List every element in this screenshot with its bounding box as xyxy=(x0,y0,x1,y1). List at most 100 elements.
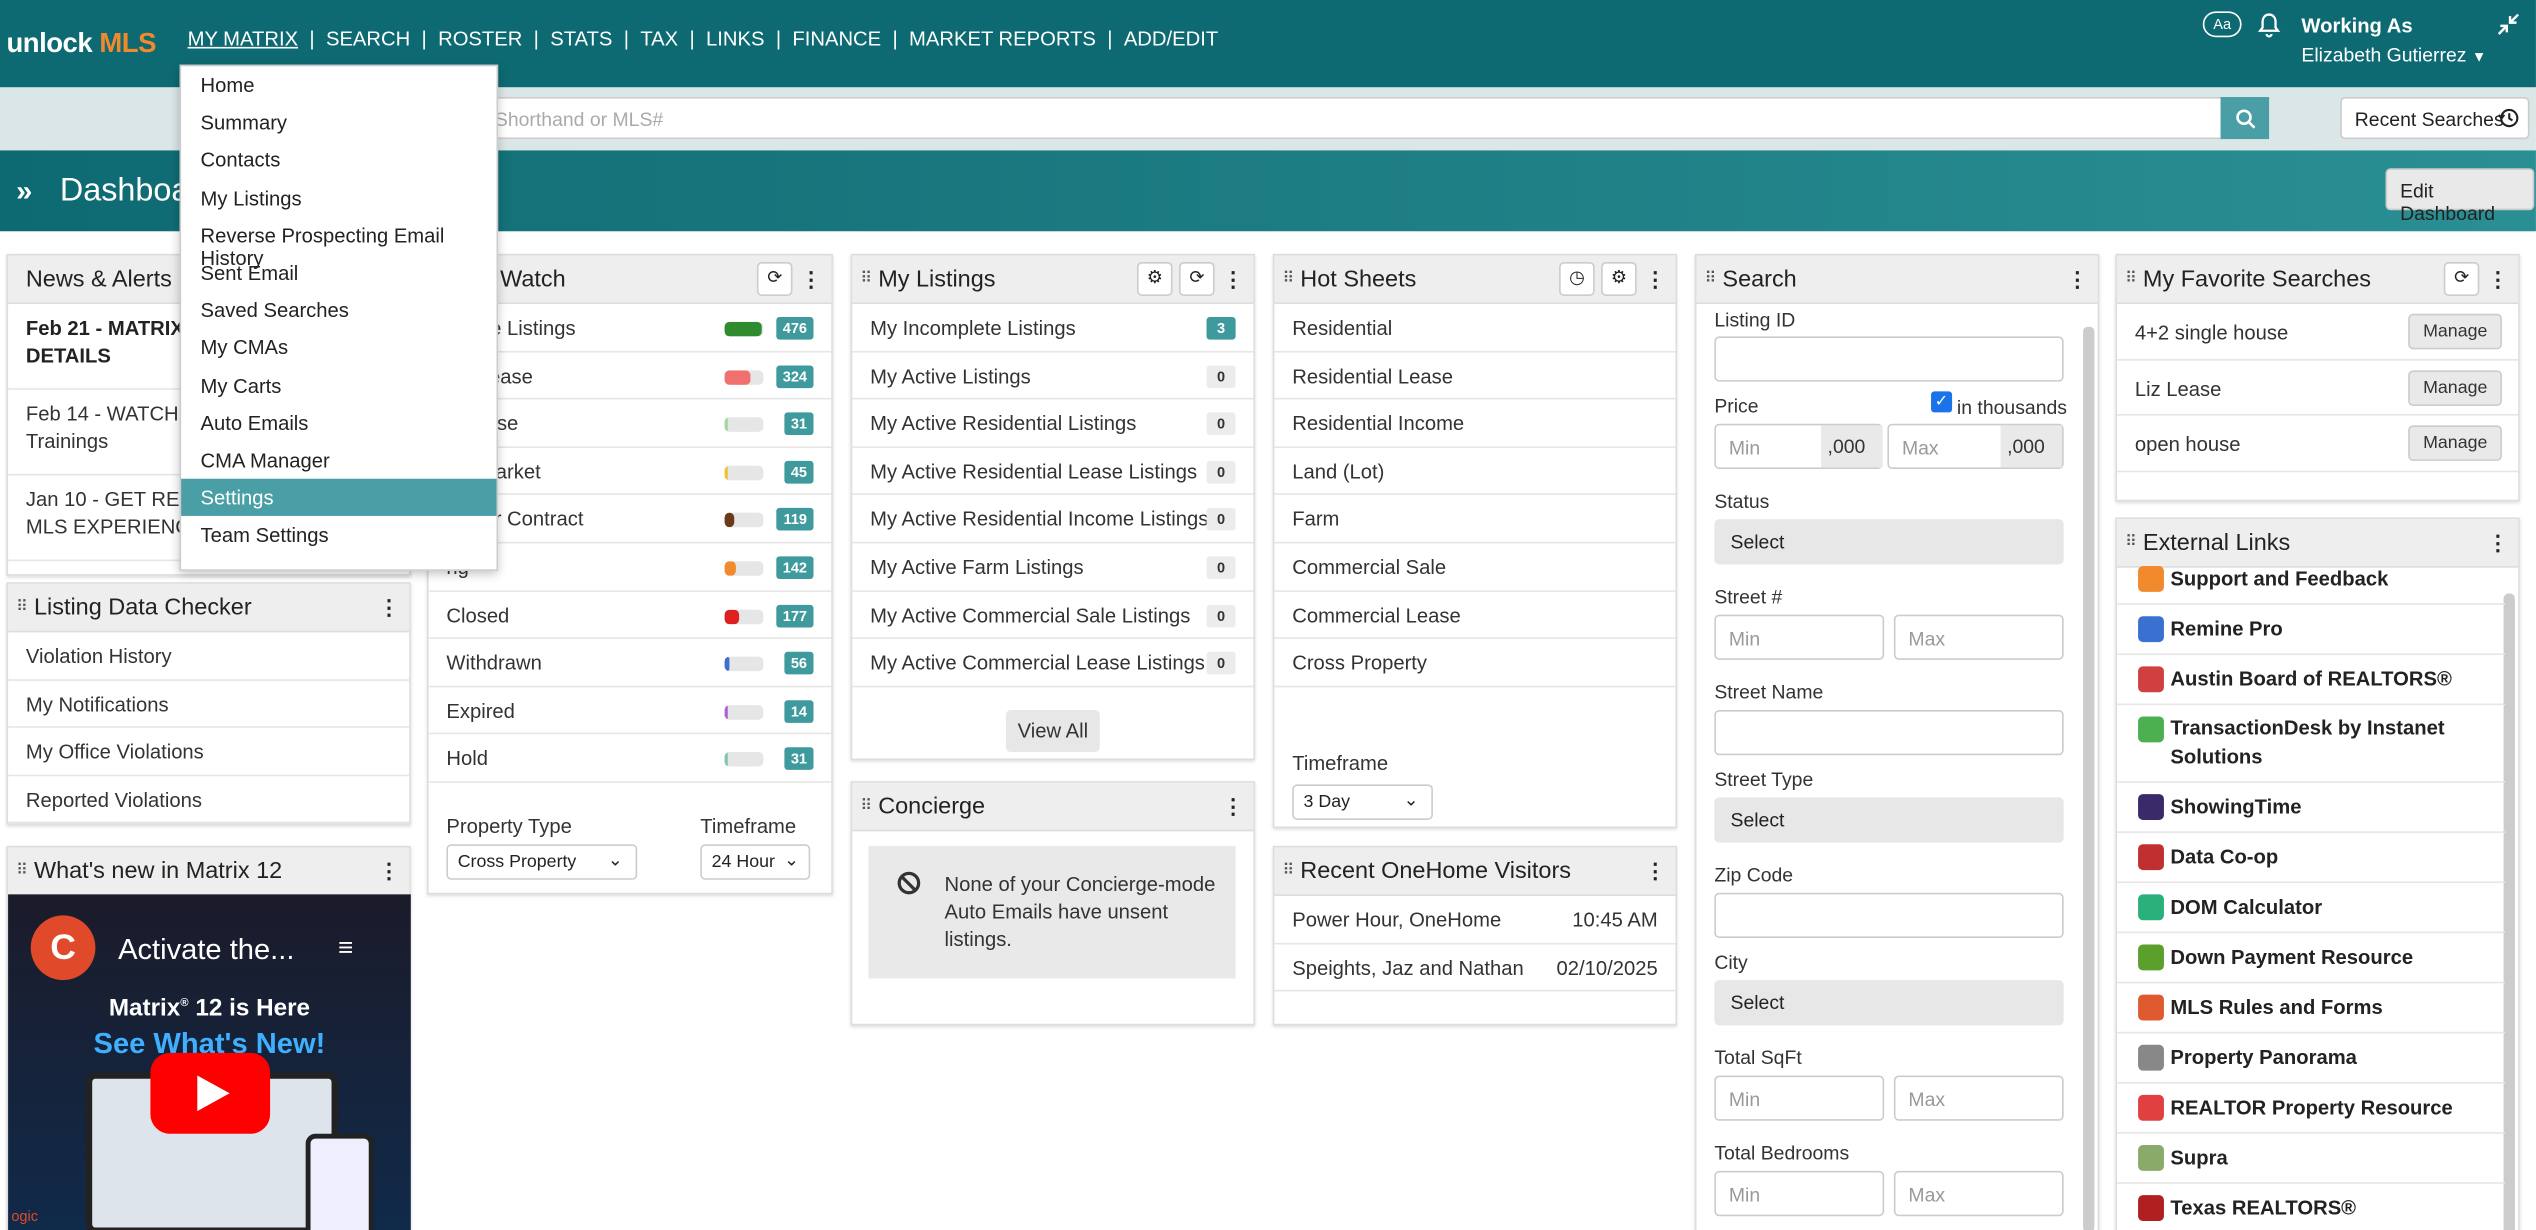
checker-item[interactable]: My Office Violations xyxy=(8,728,410,776)
nav-item-stats[interactable]: STATS xyxy=(550,27,612,50)
more-icon[interactable]: ⋮ xyxy=(2487,530,2508,556)
external-link[interactable]: Remine Pro xyxy=(2117,605,2506,656)
external-link[interactable]: Support and Feedback xyxy=(2117,555,2506,605)
street-number-max-input[interactable]: Max xyxy=(1893,614,2064,660)
more-icon[interactable]: ⋮ xyxy=(2067,267,2088,293)
menu-item-my-cmas[interactable]: My CMAs xyxy=(181,329,496,367)
shorthand-search-input[interactable]: Shorthand or MLS# xyxy=(480,97,2221,140)
visitor-row[interactable]: Speights, Jaz and Nathan 02/10/2025 xyxy=(1274,944,1676,992)
hotsheet-row[interactable]: Land (Lot) xyxy=(1274,448,1676,496)
checker-item[interactable]: Reported Violations xyxy=(8,776,410,824)
edit-dashboard-button[interactable]: Edit Dashboard xyxy=(2385,168,2535,225)
listing-row[interactable]: My Active Commercial Sale Listings 0 xyxy=(852,591,1254,640)
font-size-toggle[interactable]: Aa xyxy=(2202,11,2242,38)
status-select[interactable]: Select xyxy=(1714,519,2064,565)
refresh-icon[interactable]: ⟳ xyxy=(756,262,793,296)
nav-item-my-matrix[interactable]: MY MATRIX xyxy=(188,27,298,50)
drag-handle-icon[interactable]: ⠿ xyxy=(860,797,872,815)
menu-item-contacts[interactable]: Contacts xyxy=(181,141,496,179)
sqft-min-input[interactable]: Min xyxy=(1714,1075,1885,1121)
working-as-user[interactable]: Elizabeth Gutierrez ▼ xyxy=(2301,44,2486,67)
external-link[interactable]: Austin Board of REALTORS® xyxy=(2117,655,2506,706)
more-icon[interactable]: ⋮ xyxy=(801,267,822,293)
external-link[interactable]: Data Co-op xyxy=(2117,833,2506,884)
external-link[interactable]: Property Panorama xyxy=(2117,1033,2506,1084)
external-link[interactable]: MLS Rules and Forms xyxy=(2117,983,2506,1034)
street-number-min-input[interactable]: Min xyxy=(1714,614,1885,660)
menu-item-summary[interactable]: Summary xyxy=(181,104,496,142)
checker-item[interactable]: My Notifications xyxy=(8,680,410,729)
drag-handle-icon[interactable]: ⠿ xyxy=(1283,270,1295,288)
checker-item[interactable]: Violation History xyxy=(8,632,410,681)
expand-chevron-icon[interactable]: » xyxy=(16,175,32,209)
play-button[interactable] xyxy=(150,1052,271,1134)
menu-item-auto-emails[interactable]: Auto Emails xyxy=(181,404,496,442)
external-link[interactable]: DOM Calculator xyxy=(2117,883,2506,934)
favorite-row[interactable]: 4+2 single house Manage xyxy=(2117,304,2519,360)
more-icon[interactable]: ⋮ xyxy=(378,859,399,885)
refresh-icon[interactable]: ⟳ xyxy=(1179,262,1215,296)
gear-icon[interactable]: ⚙ xyxy=(1136,262,1173,296)
manage-button[interactable]: Manage xyxy=(2408,369,2502,406)
drag-handle-icon[interactable]: ⠿ xyxy=(2125,534,2137,552)
menu-item-saved-searches[interactable]: Saved Searches xyxy=(181,291,496,329)
external-link[interactable]: ShowingTime xyxy=(2117,783,2506,833)
listing-row[interactable]: My Incomplete Listings 3 xyxy=(852,304,1254,352)
bedrooms-max-input[interactable]: Max xyxy=(1893,1170,2064,1217)
property-type-select[interactable]: Cross Property ⌄ xyxy=(446,844,638,880)
logo[interactable]: unlock MLS xyxy=(6,27,156,59)
street-type-select[interactable]: Select xyxy=(1714,797,2064,843)
more-icon[interactable]: ⋮ xyxy=(378,595,399,621)
more-icon[interactable]: ⋮ xyxy=(1223,267,1244,293)
market-row[interactable]: Hold 31 xyxy=(428,735,832,783)
hotsheet-row[interactable]: Residential Income xyxy=(1274,400,1676,448)
sqft-max-input[interactable]: Max xyxy=(1893,1075,2064,1121)
nav-item-search[interactable]: SEARCH xyxy=(326,27,410,50)
hotsheet-row[interactable]: Residential Lease xyxy=(1274,352,1676,400)
more-icon[interactable]: ⋮ xyxy=(1223,794,1244,820)
manage-button[interactable]: Manage xyxy=(2408,425,2502,461)
more-icon[interactable]: ⋮ xyxy=(1645,859,1666,885)
hotsheet-timeframe-select[interactable]: 3 Day ⌄ xyxy=(1292,784,1433,820)
listing-row[interactable]: My Active Listings 0 xyxy=(852,352,1254,400)
zip-code-input[interactable] xyxy=(1714,892,2064,939)
external-link[interactable]: Texas REALTORS® xyxy=(2117,1184,2505,1230)
hotsheet-row[interactable]: Commercial Lease xyxy=(1274,591,1676,640)
collapse-icon[interactable] xyxy=(2497,13,2520,44)
bedrooms-min-input[interactable]: Min xyxy=(1714,1170,1885,1217)
nav-item-add-edit[interactable]: ADD/EDIT xyxy=(1124,27,1218,50)
listing-row[interactable]: My Active Commercial Lease Listings 0 xyxy=(852,639,1254,687)
bell-icon[interactable] xyxy=(2257,13,2281,47)
hotsheet-row[interactable]: Commercial Sale xyxy=(1274,543,1676,592)
menu-item-my-carts[interactable]: My Carts xyxy=(181,366,496,404)
market-row[interactable]: Withdrawn 56 xyxy=(428,639,832,687)
favorite-row[interactable]: Liz Lease Manage xyxy=(2117,360,2519,416)
timeframe-select[interactable]: 24 Hour ⌄ xyxy=(700,844,811,880)
nav-item-roster[interactable]: ROSTER xyxy=(438,27,522,50)
clock-icon[interactable]: ◷ xyxy=(1559,262,1595,296)
drag-handle-icon[interactable]: ⠿ xyxy=(16,598,28,616)
external-link[interactable]: REALTOR Property Resource xyxy=(2117,1084,2506,1134)
scrollbar[interactable] xyxy=(2083,326,2095,1230)
manage-button[interactable]: Manage xyxy=(2408,313,2502,350)
drag-handle-icon[interactable]: ⠿ xyxy=(1705,270,1717,288)
gear-icon[interactable]: ⚙ xyxy=(1601,262,1637,296)
nav-item-finance[interactable]: FINANCE xyxy=(792,27,881,50)
listing-row[interactable]: My Active Farm Listings 0 xyxy=(852,543,1254,592)
hotsheet-row[interactable]: Residential xyxy=(1274,304,1676,352)
listing-row[interactable]: My Active Residential Income Listings 0 xyxy=(852,496,1254,544)
in-thousands-checkbox[interactable]: ✓ xyxy=(1931,391,1953,413)
favorite-row[interactable]: open house Manage xyxy=(2117,416,2519,472)
external-link[interactable]: TransactionDesk by Instanet Solutions xyxy=(2117,705,2506,783)
nav-item-market-reports[interactable]: MARKET REPORTS xyxy=(909,27,1096,50)
menu-item-reverse-prospecting-email-history[interactable]: Reverse Prospecting Email History xyxy=(181,216,496,269)
menu-item-cma-manager[interactable]: CMA Manager xyxy=(181,441,496,479)
menu-item-settings[interactable]: Settings xyxy=(181,478,497,517)
external-link[interactable]: Supra xyxy=(2117,1134,2506,1184)
drag-handle-icon[interactable]: ⠿ xyxy=(1283,862,1295,880)
recent-searches-button[interactable]: Recent Searches xyxy=(2340,97,2530,140)
visitor-row[interactable]: Power Hour, OneHome 10:45 AM xyxy=(1274,896,1676,944)
refresh-icon[interactable]: ⟳ xyxy=(2443,262,2480,296)
search-button[interactable] xyxy=(2220,97,2270,140)
playlist-icon[interactable]: ≡ xyxy=(338,935,353,964)
